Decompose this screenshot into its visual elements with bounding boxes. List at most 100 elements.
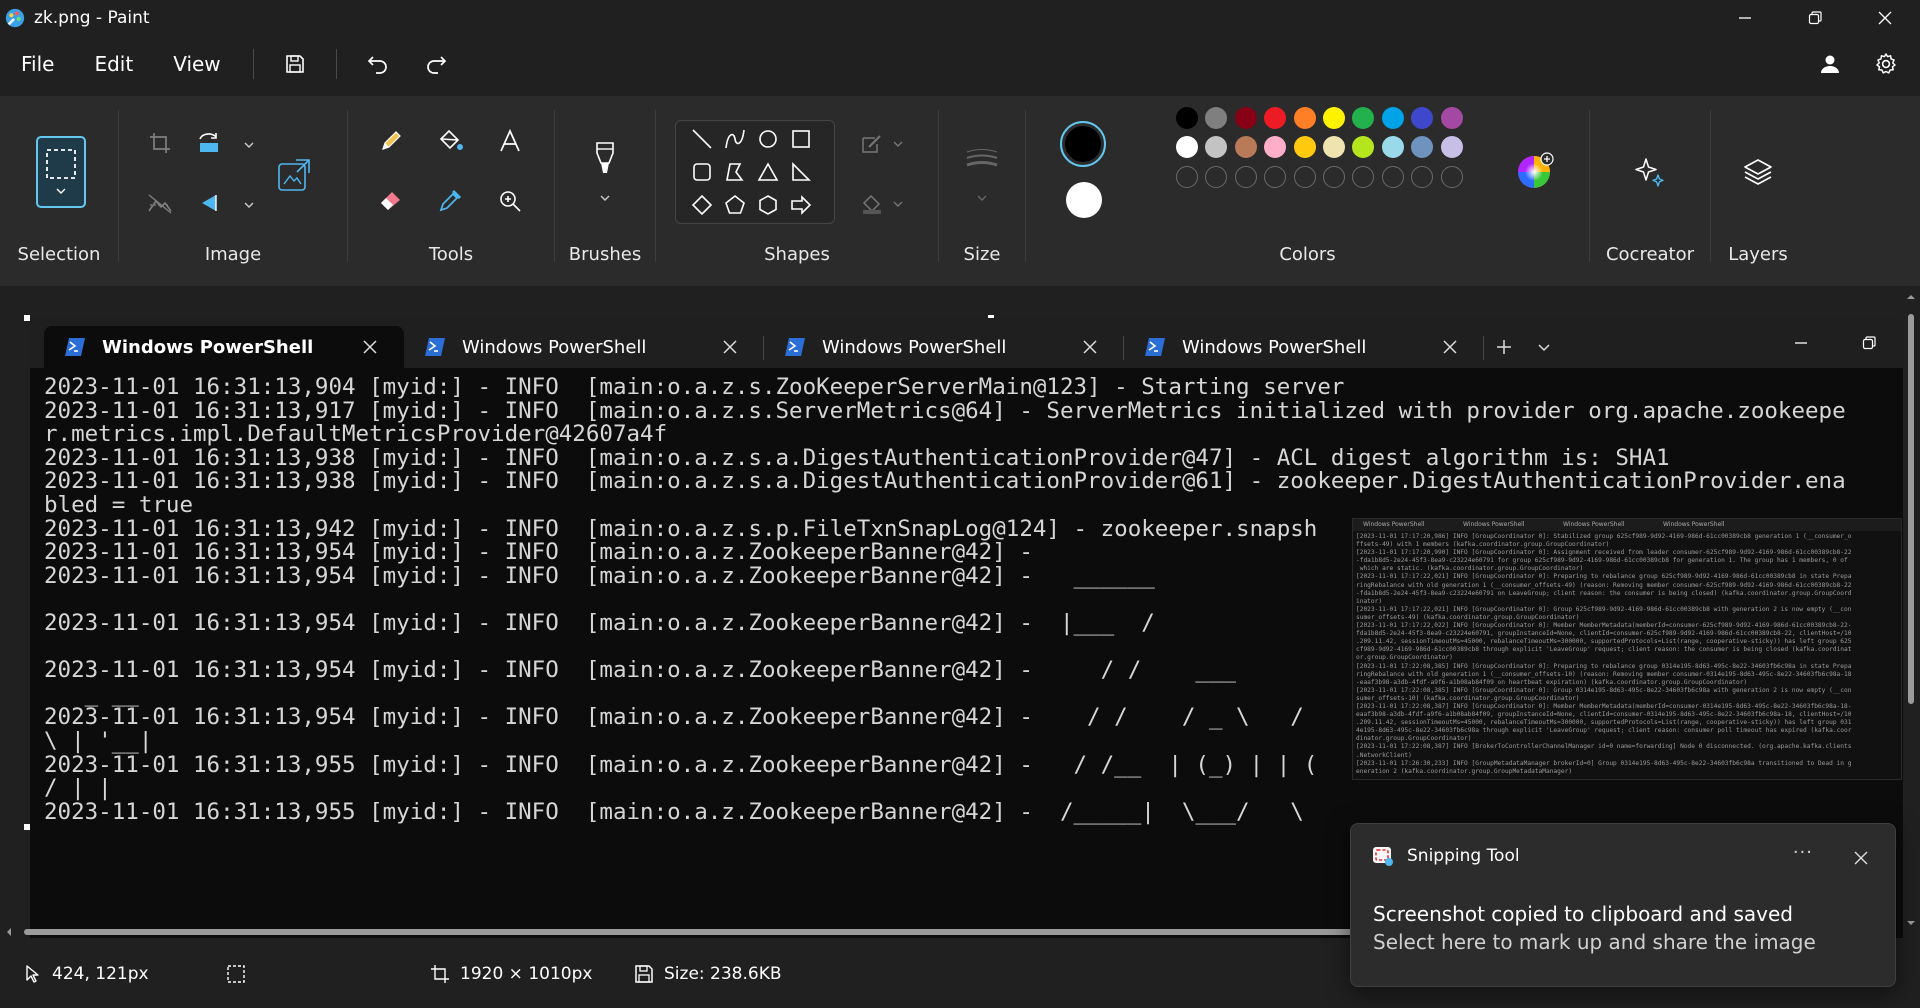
terminal-restore-button[interactable] [1835,318,1903,368]
color-swatch[interactable] [1176,107,1198,129]
new-tab-button[interactable] [1484,326,1524,368]
text-button[interactable] [490,121,530,161]
close-tab-icon[interactable] [1080,337,1100,357]
color-swatch[interactable] [1234,107,1257,129]
selection-tool-button[interactable] [36,136,86,208]
color-swatch[interactable] [1440,136,1463,159]
color-swatch[interactable] [1411,107,1434,129]
terminal-minimize-button[interactable] [1767,318,1835,368]
undo-button[interactable] [349,36,407,92]
settings-button[interactable] [1858,36,1914,92]
color-swatch[interactable] [1205,107,1228,129]
shape-arrow[interactable] [787,191,815,219]
terminal-tab[interactable]: Windows PowerShell [1124,326,1484,368]
horizontal-scroll-thumb[interactable] [24,929,1364,935]
shape-line[interactable] [688,125,716,153]
menu-edit[interactable]: Edit [74,36,153,92]
terminal-tab[interactable]: Windows PowerShell [404,326,764,368]
eraser-button[interactable] [371,181,411,221]
account-button[interactable] [1802,36,1858,92]
scroll-up-icon[interactable] [1906,292,1916,302]
chevron-down-icon[interactable] [892,198,904,210]
color-swatch[interactable] [1381,136,1404,159]
color-swatch[interactable] [1234,136,1257,159]
shape-rectangle[interactable] [787,125,815,153]
custom-color-slot[interactable] [1264,165,1287,188]
shape-rounded-rectangle[interactable] [688,158,716,186]
custom-color-slot[interactable] [1234,165,1257,188]
close-tab-icon[interactable] [720,337,740,357]
restore-button[interactable] [1780,0,1850,36]
fill-button[interactable] [430,121,470,161]
custom-color-slot[interactable] [1205,165,1228,188]
color-swatch[interactable] [1381,107,1404,129]
scroll-down-icon[interactable] [1906,918,1916,928]
color-picker-button[interactable] [430,181,470,221]
vertical-scroll-thumb[interactable] [1908,314,1914,704]
pencil-button[interactable] [371,121,411,161]
terminal-tab[interactable]: Windows PowerShell [44,326,404,368]
rotate-button[interactable] [190,123,230,163]
tab-dropdown-button[interactable] [1524,326,1564,368]
custom-color-slot[interactable] [1352,165,1375,188]
close-tab-icon[interactable] [1440,337,1460,357]
custom-color-slot[interactable] [1381,165,1404,188]
shape-triangle[interactable] [754,158,782,186]
remove-background-button[interactable] [140,183,180,223]
custom-color-slot[interactable] [1440,165,1463,188]
shape-curve[interactable] [721,125,749,153]
shape-diamond[interactable] [688,191,716,219]
snipping-tool-notification[interactable]: Snipping Tool ··· Screenshot copied to c… [1350,823,1896,987]
custom-color-slot[interactable] [1176,165,1198,188]
color-swatch[interactable] [1176,136,1198,159]
color-swatch[interactable] [1411,136,1434,159]
color-swatch[interactable] [1352,136,1375,159]
shape-oval[interactable] [754,125,782,153]
shape-hexagon[interactable] [754,191,782,219]
color-swatch[interactable] [1264,136,1287,159]
chevron-down-icon[interactable] [243,139,255,151]
resize-button[interactable] [269,150,319,200]
color-swatch[interactable] [1323,136,1345,159]
color-swatch[interactable] [1264,107,1287,129]
color-swatch[interactable] [1352,107,1375,129]
close-notification-icon[interactable] [1853,850,1869,866]
outline-button[interactable] [852,124,892,164]
menu-file[interactable]: File [0,36,74,92]
brushes-button[interactable] [585,138,625,178]
shape-right-triangle[interactable] [787,158,815,186]
size-button[interactable] [962,140,1002,180]
flip-button[interactable] [190,183,230,223]
shape-polygon[interactable] [721,158,749,186]
primary-color-button[interactable] [1060,121,1106,167]
custom-color-slot[interactable] [1293,165,1316,188]
shape-fill-button[interactable] [852,184,892,224]
close-tab-icon[interactable] [360,337,380,357]
magnifier-button[interactable] [490,181,530,221]
cocreator-button[interactable] [1630,152,1670,192]
crop-button[interactable] [140,123,180,163]
close-window-button[interactable] [1850,0,1920,36]
menu-view[interactable]: View [153,36,240,92]
color-swatch[interactable] [1293,136,1316,159]
edit-colors-button[interactable] [1514,150,1556,192]
secondary-color-swatch[interactable] [1066,182,1102,218]
minimize-button[interactable] [1710,0,1780,36]
shape-pentagon[interactable] [721,191,749,219]
custom-color-slot[interactable] [1323,165,1345,188]
save-button[interactable] [266,36,324,92]
scroll-left-icon[interactable] [4,927,14,937]
vertical-scrollbar[interactable] [1906,292,1916,928]
redo-button[interactable] [407,36,465,92]
chevron-down-icon[interactable] [976,192,988,204]
chevron-down-icon[interactable] [243,199,255,211]
more-options-button[interactable]: ··· [1793,842,1813,863]
color-swatch[interactable] [1205,136,1228,159]
custom-color-slot[interactable] [1411,165,1434,188]
color-swatch[interactable] [1440,107,1463,129]
terminal-tab[interactable]: Windows PowerShell [764,326,1124,368]
chevron-down-icon[interactable] [599,192,611,204]
layers-button[interactable] [1738,152,1778,192]
chevron-down-icon[interactable] [892,138,904,150]
color-swatch[interactable] [1293,107,1316,129]
